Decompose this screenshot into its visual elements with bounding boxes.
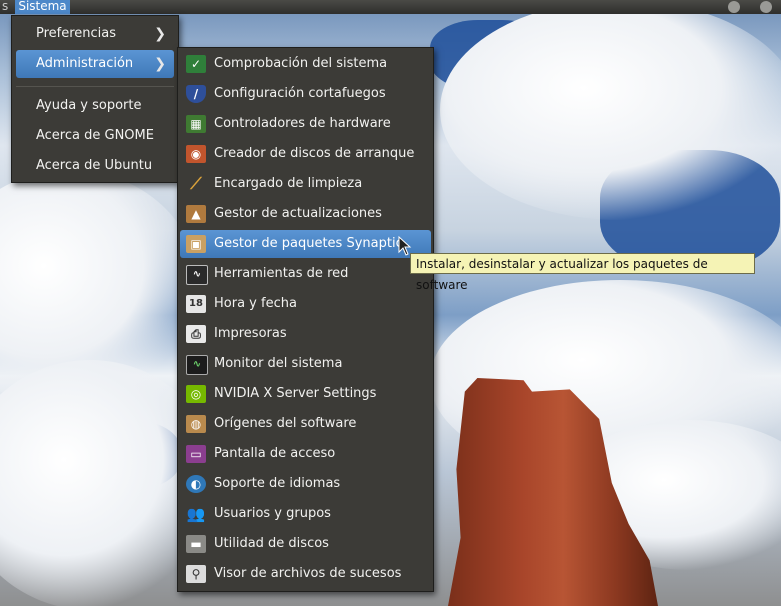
top-panel-previous-menu[interactable]: s: [2, 0, 8, 13]
administracion-submenu: ✓ Comprobación del sistema / Configuraci…: [177, 47, 434, 592]
admin-item-label: Orígenes del software: [214, 416, 357, 431]
admin-item-synaptic[interactable]: ▣ Gestor de paquetes Synaptic: [180, 230, 431, 258]
menu-item-label: Administración: [36, 56, 134, 71]
admin-item-discos[interactable]: ▬ Utilidad de discos: [180, 530, 431, 558]
network-tools-icon: ∿: [186, 265, 208, 285]
top-panel: s Sistema: [0, 0, 781, 14]
admin-item-label: Encargado de limpieza: [214, 176, 363, 191]
admin-item-label: Usuarios y grupos: [214, 506, 331, 521]
hardware-drivers-icon: ▦: [186, 115, 206, 133]
mouse-cursor-icon: [398, 236, 412, 256]
admin-item-label: Gestor de actualizaciones: [214, 206, 382, 221]
admin-item-discos-arranque[interactable]: ◉ Creador de discos de arranque: [180, 140, 431, 168]
admin-item-comprobacion[interactable]: ✓ Comprobación del sistema: [180, 50, 431, 78]
log-viewer-icon: ⚲: [186, 565, 206, 583]
top-menu-sistema[interactable]: Sistema: [15, 0, 70, 14]
power-icon[interactable]: [760, 1, 772, 13]
admin-item-label: Hora y fecha: [214, 296, 297, 311]
admin-item-label: Comprobación del sistema: [214, 56, 388, 71]
startup-disk-icon: ◉: [186, 145, 206, 163]
menu-item-acerca-ubuntu[interactable]: Acerca de Ubuntu: [16, 152, 174, 180]
system-monitor-icon: ∿: [186, 355, 208, 375]
admin-item-label: Creador de discos de arranque: [214, 146, 415, 161]
nvidia-icon: ◎: [186, 385, 206, 403]
menu-item-label: Acerca de GNOME: [36, 128, 154, 143]
admin-item-idiomas[interactable]: ◐ Soporte de idiomas: [180, 470, 431, 498]
admin-item-label: NVIDIA X Server Settings: [214, 386, 377, 401]
menu-item-acerca-gnome[interactable]: Acerca de GNOME: [16, 122, 174, 150]
admin-item-label: Herramientas de red: [214, 266, 349, 281]
admin-item-hora-fecha[interactable]: 18 Hora y fecha: [180, 290, 431, 318]
admin-item-monitor[interactable]: ∿ Monitor del sistema: [180, 350, 431, 378]
admin-item-sucesos[interactable]: ⚲ Visor de archivos de sucesos: [180, 560, 431, 588]
menu-item-label: Acerca de Ubuntu: [36, 158, 153, 173]
admin-item-usuarios[interactable]: 👥 Usuarios y grupos: [180, 500, 431, 528]
menu-item-administracion[interactable]: Administración ❯: [16, 50, 174, 78]
clock-calendar-icon: 18: [186, 295, 206, 313]
menu-item-label: Preferencias: [36, 26, 117, 41]
broom-icon: ⟋: [190, 174, 202, 193]
menu-separator: [16, 86, 174, 87]
menu-item-preferencias[interactable]: Preferencias ❯: [16, 20, 174, 48]
network-icon[interactable]: [728, 1, 740, 13]
sistema-menu: Preferencias ❯ Administración ❯ Ayuda y …: [11, 15, 179, 183]
tooltip: Instalar, desinstalar y actualizar los p…: [410, 253, 755, 292]
firewall-shield-icon: /: [186, 85, 206, 103]
system-check-icon: ✓: [186, 55, 206, 73]
users-groups-icon: 👥: [186, 505, 206, 523]
printer-icon: ⎙: [186, 325, 206, 343]
admin-item-label: Utilidad de discos: [214, 536, 329, 551]
login-screen-icon: ▭: [186, 445, 206, 463]
chevron-right-icon: ❯: [154, 56, 166, 72]
update-manager-icon: ▲: [186, 205, 206, 223]
admin-item-nvidia[interactable]: ◎ NVIDIA X Server Settings: [180, 380, 431, 408]
software-sources-icon: ◍: [186, 415, 206, 433]
admin-item-label: Soporte de idiomas: [214, 476, 341, 491]
admin-item-impresoras[interactable]: ⎙ Impresoras: [180, 320, 431, 348]
chevron-right-icon: ❯: [154, 26, 166, 42]
admin-item-label: Configuración cortafuegos: [214, 86, 386, 101]
menu-item-ayuda[interactable]: Ayuda y soporte: [16, 92, 174, 120]
admin-item-label: Impresoras: [214, 326, 287, 341]
admin-item-actualizaciones[interactable]: ▲ Gestor de actualizaciones: [180, 200, 431, 228]
admin-item-limpieza[interactable]: ⟋ Encargado de limpieza: [180, 170, 431, 198]
menu-item-label: Ayuda y soporte: [36, 98, 142, 113]
admin-item-label: Monitor del sistema: [214, 356, 343, 371]
admin-item-red[interactable]: ∿ Herramientas de red: [180, 260, 431, 288]
admin-item-label: Gestor de paquetes Synaptic: [214, 236, 403, 251]
admin-item-label: Pantalla de acceso: [214, 446, 336, 461]
admin-item-cortafuegos[interactable]: / Configuración cortafuegos: [180, 80, 431, 108]
admin-item-label: Controladores de hardware: [214, 116, 391, 131]
language-support-icon: ◐: [186, 475, 206, 493]
admin-item-controladores[interactable]: ▦ Controladores de hardware: [180, 110, 431, 138]
synaptic-package-icon: ▣: [186, 235, 206, 253]
admin-item-label: Visor de archivos de sucesos: [214, 566, 402, 581]
admin-item-pantalla-acceso[interactable]: ▭ Pantalla de acceso: [180, 440, 431, 468]
disk-utility-icon: ▬: [186, 535, 206, 553]
admin-item-origenes[interactable]: ◍ Orígenes del software: [180, 410, 431, 438]
